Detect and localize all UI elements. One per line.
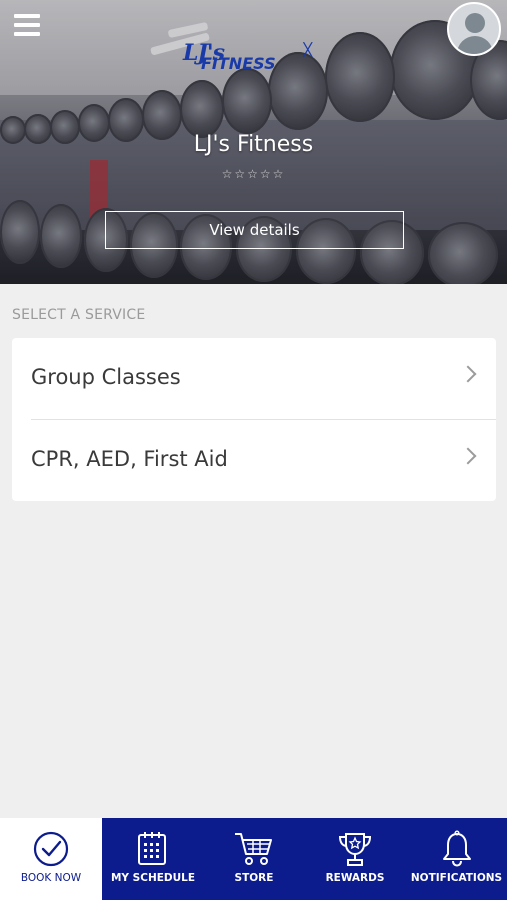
nav-label: NOTIFICATIONS <box>410 872 503 884</box>
check-circle-icon <box>33 831 69 867</box>
gym-name: LJ's Fitness <box>193 132 314 157</box>
nav-rewards[interactable]: REWARDS <box>304 818 406 900</box>
user-avatar[interactable] <box>447 2 501 56</box>
rating-stars: ☆☆☆☆☆ <box>221 167 286 181</box>
chevron-right-icon <box>459 365 477 383</box>
nav-store[interactable]: STORE <box>204 818 304 900</box>
view-details-button[interactable]: View details <box>105 211 404 249</box>
avatar-head <box>465 13 485 33</box>
nav-notifications[interactable]: NOTIFICATIONS <box>406 818 507 900</box>
nav-label: BOOK NOW <box>20 872 82 884</box>
nav-book-now[interactable]: BOOK NOW <box>0 818 102 900</box>
service-label: CPR, AED, First Aid <box>31 447 228 471</box>
section-title: SELECT A SERVICE <box>12 307 146 323</box>
nav-label: MY SCHEDULE <box>110 872 196 884</box>
chevron-right-icon <box>459 447 477 465</box>
nav-label: REWARDS <box>325 872 385 884</box>
services-card: Group Classes CPR, AED, First Aid <box>12 338 496 501</box>
menu-bar <box>14 32 40 36</box>
hamburger-menu-icon[interactable] <box>14 14 40 38</box>
calendar-icon <box>138 832 166 865</box>
service-item-group-classes[interactable]: Group Classes <box>12 338 496 419</box>
bottom-nav: BOOK NOW MY SCHEDULE STORE REWARDS NOTIF… <box>0 818 507 900</box>
nav-label: STORE <box>234 872 274 884</box>
logo-text-bottom: FITNESS <box>201 54 276 73</box>
hero-banner: LJ's FITNESS ᚷ LJ's Fitness ☆☆☆☆☆ View d… <box>0 0 507 284</box>
cart-icon <box>235 833 272 865</box>
service-item-cpr-aed-first-aid[interactable]: CPR, AED, First Aid <box>12 420 496 501</box>
avatar-body <box>457 36 493 54</box>
service-label: Group Classes <box>31 365 181 389</box>
logo-emblem-icon: ᚷ <box>303 42 313 59</box>
nav-my-schedule[interactable]: MY SCHEDULE <box>102 818 204 900</box>
menu-bar <box>14 23 40 27</box>
bell-icon <box>443 830 471 867</box>
menu-bar <box>14 14 40 18</box>
trophy-icon <box>338 833 372 866</box>
brand-logo: LJ's FITNESS ᚷ <box>183 40 329 74</box>
